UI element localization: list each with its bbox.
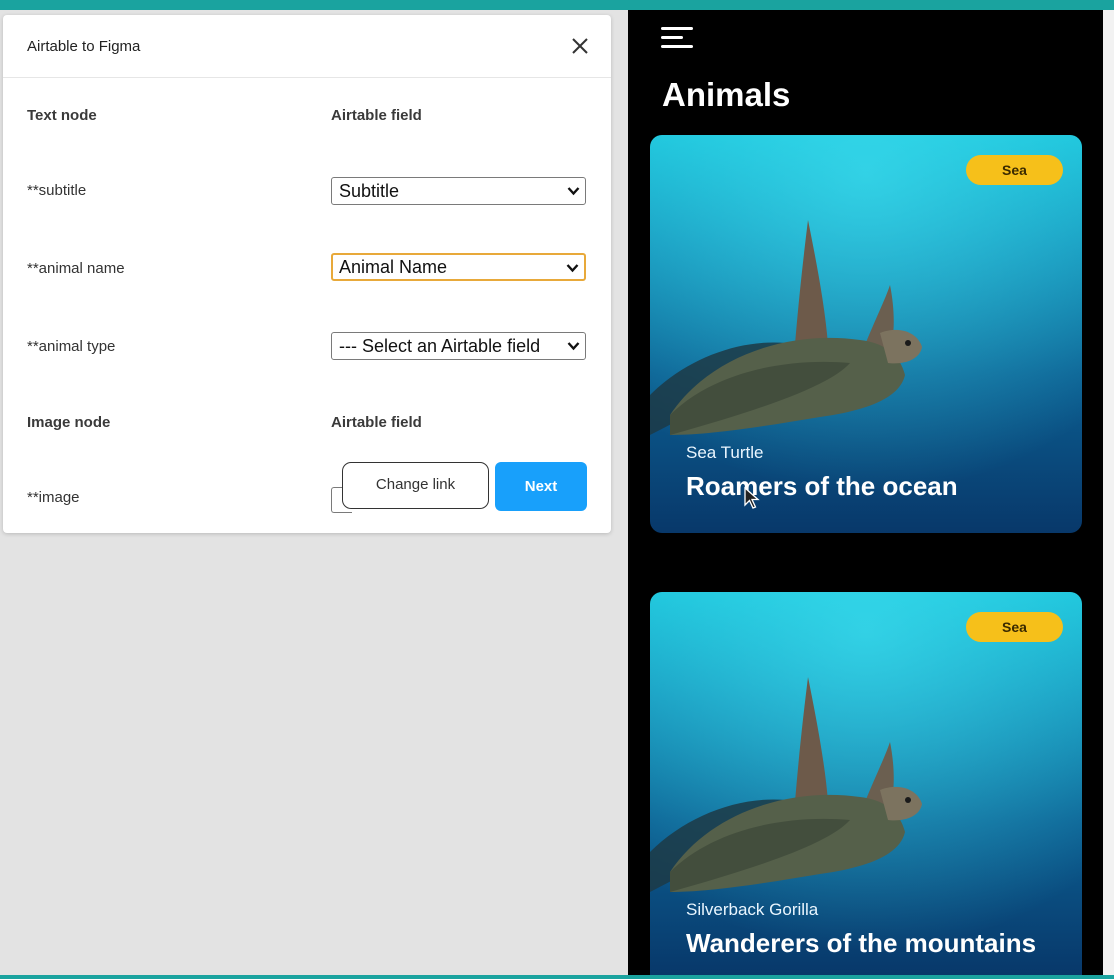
airtable-field-header: Airtable field <box>331 107 422 124</box>
plugin-window: Airtable to Figma Text node Airtable fie… <box>3 15 611 533</box>
close-icon[interactable] <box>569 35 591 57</box>
subtitle-field-select[interactable]: Subtitle <box>331 177 586 205</box>
animal-card[interactable]: Sea Sea Turtle Roamers of the ocean <box>650 135 1082 533</box>
card-title: Wanderers of the mountains <box>686 928 1037 958</box>
row-label-subtitle: **subtitle <box>27 182 87 199</box>
animal-card[interactable]: Sea Silverback Gorilla Wanderers of the … <box>650 592 1082 975</box>
canvas-edge <box>1103 10 1114 975</box>
plugin-header: Airtable to Figma <box>3 15 611 78</box>
next-button[interactable]: Next <box>495 462 587 511</box>
phone-preview: Animals Sea Sea Turtle Roamers of the oc… <box>628 10 1103 975</box>
plugin-title: Airtable to Figma <box>27 38 141 55</box>
menu-icon[interactable] <box>661 25 695 49</box>
card-title: Roamers of the ocean <box>686 471 958 501</box>
select-value: Subtitle <box>339 181 400 201</box>
chevron-down-icon <box>567 186 580 196</box>
animal-name-field-select[interactable]: Animal Name <box>331 253 586 281</box>
image-airtable-field-header: Airtable field <box>331 414 422 431</box>
window-top-border <box>0 0 1114 10</box>
card-subtitle: Silverback Gorilla <box>686 900 819 919</box>
cursor-icon <box>744 486 760 509</box>
text-node-header: Text node <box>27 107 97 124</box>
row-label-animal-name: **animal name <box>27 260 125 277</box>
row-label-animal-type: **animal type <box>27 338 116 355</box>
card-subtitle: Sea Turtle <box>686 443 764 462</box>
select-value: Animal Name <box>339 257 448 277</box>
chevron-down-icon <box>566 263 579 273</box>
card-tag: Sea <box>966 155 1063 185</box>
chevron-down-icon <box>567 341 580 351</box>
window-bottom-border <box>0 975 1114 979</box>
animal-type-field-select[interactable]: --- Select an Airtable field <box>331 332 586 360</box>
select-value: --- Select an Airtable field <box>339 336 541 356</box>
image-node-header: Image node <box>27 414 111 431</box>
row-label-image: **image <box>27 489 80 506</box>
page-title: Animals <box>662 76 791 113</box>
change-link-button[interactable]: Change link <box>342 462 489 509</box>
card-tag: Sea <box>966 612 1063 642</box>
